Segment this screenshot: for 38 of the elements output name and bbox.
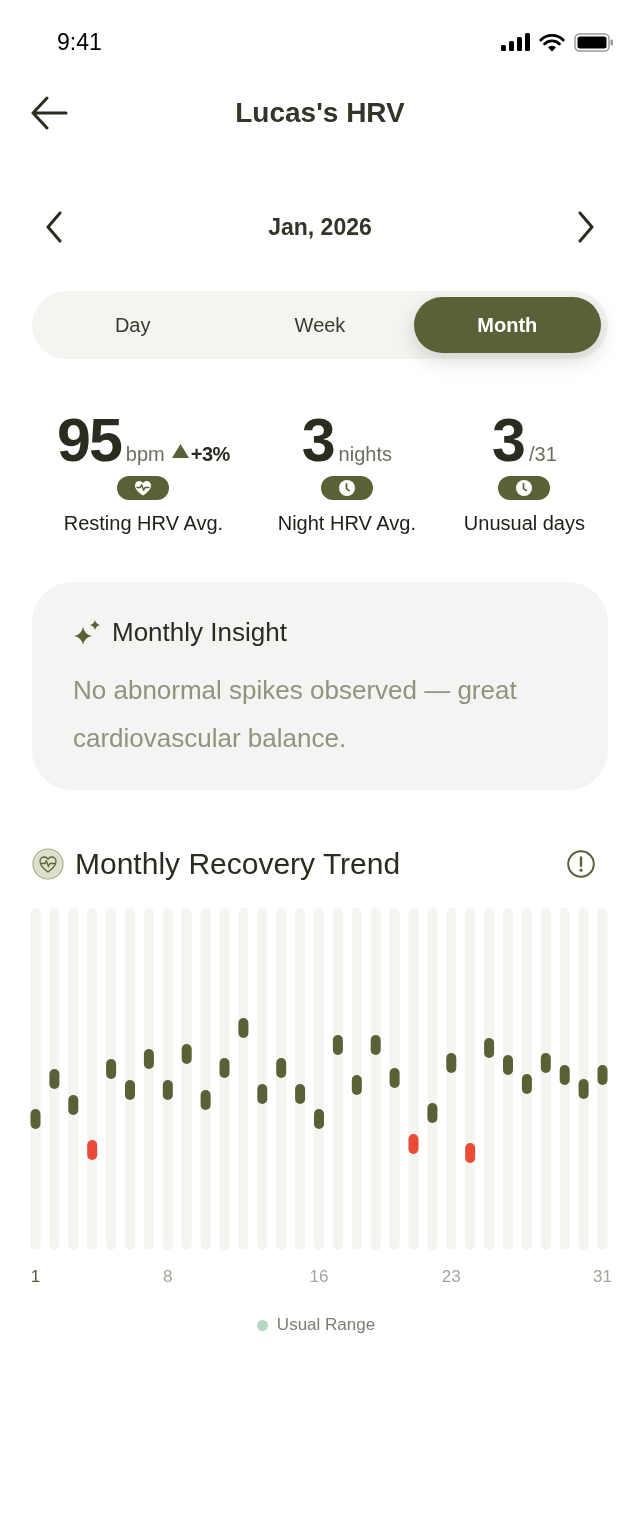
stat-label: Resting HRV Avg. bbox=[63, 511, 224, 535]
heart-pulse-icon bbox=[32, 848, 64, 880]
chevron-right-icon[interactable] bbox=[577, 211, 595, 243]
period-label: Jan, 2026 bbox=[268, 213, 372, 241]
insight-text: No abnormal spikes observed — great cardiovascular balance. bbox=[73, 674, 518, 755]
stat-label: Night HRV Avg. bbox=[277, 511, 416, 535]
status-time: 9:41 bbox=[57, 28, 102, 56]
chevron-left-icon[interactable] bbox=[45, 211, 63, 243]
info-icon[interactable] bbox=[567, 850, 595, 878]
stat-unit: bpm bbox=[125, 443, 165, 466]
stat-unit: /31 bbox=[528, 443, 557, 466]
back-icon[interactable] bbox=[30, 96, 68, 130]
stat-value: 3 bbox=[492, 412, 524, 468]
stat-value: 3 bbox=[301, 412, 334, 468]
battery-icon bbox=[574, 32, 614, 52]
stat-unit: nights bbox=[338, 443, 392, 466]
stat-value: 95 bbox=[57, 412, 121, 468]
axis-label: 16 bbox=[309, 1267, 329, 1286]
signal-icon bbox=[501, 33, 530, 51]
axis-label: 8 bbox=[163, 1267, 173, 1286]
period-tab[interactable]: Week bbox=[226, 297, 414, 353]
axis-label: 23 bbox=[441, 1267, 461, 1286]
clock-icon bbox=[498, 476, 551, 500]
stat-change: +3% bbox=[190, 443, 230, 466]
sparkle-icon bbox=[73, 619, 101, 645]
axis-label: 1 bbox=[30, 1267, 41, 1286]
legend-label: Usual Range bbox=[276, 1315, 376, 1335]
insight-title: Monthly Insight bbox=[112, 616, 287, 648]
stat-label: Unusual days bbox=[463, 511, 585, 535]
period-tab[interactable]: Month bbox=[413, 297, 601, 353]
legend-dot-icon bbox=[256, 1319, 268, 1331]
chart-title: Monthly Recovery Trend bbox=[75, 847, 402, 881]
wifi-icon bbox=[539, 32, 565, 52]
page-title: Lucas's HRV bbox=[235, 97, 405, 129]
period-tab[interactable]: Day bbox=[39, 297, 227, 353]
clock-icon bbox=[320, 476, 373, 500]
heart-pulse-icon bbox=[117, 476, 170, 500]
axis-label: 31 bbox=[593, 1267, 612, 1286]
